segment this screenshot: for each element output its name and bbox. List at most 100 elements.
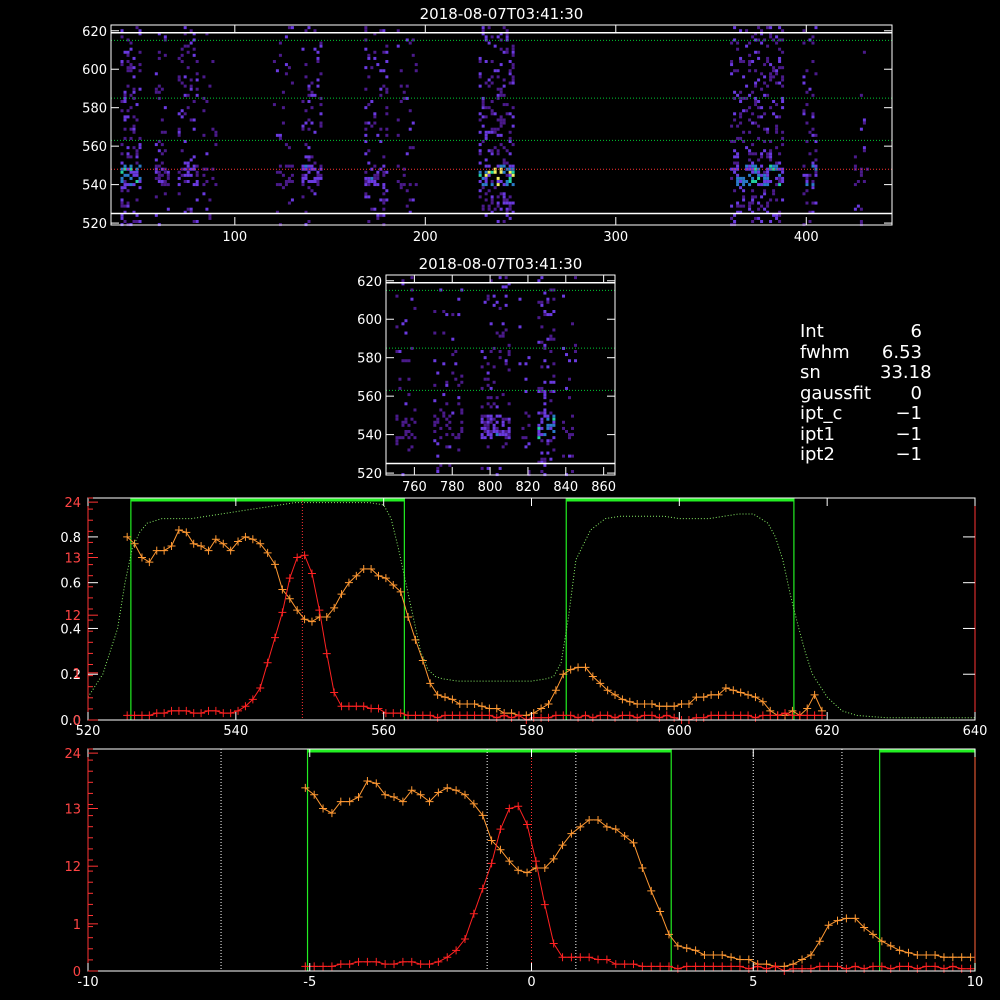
y-tick-label: 520 (357, 467, 382, 482)
y-tick-label-red: 0 (73, 714, 81, 729)
intensity-pixel (499, 133, 503, 137)
intensity-pixel (862, 146, 866, 150)
intensity-pixel (398, 377, 402, 381)
intensity-pixel (766, 176, 770, 180)
intensity-pixel (760, 152, 764, 156)
y-tick-label-red: 13 (64, 552, 81, 567)
intensity-pixel (489, 414, 493, 418)
intensity-pixel (460, 374, 464, 378)
intensity-pixel (367, 149, 371, 153)
intensity-pixel (811, 60, 815, 63)
intensity-pixel (301, 195, 305, 199)
intensity-pixel (364, 47, 368, 51)
x-tick-label: 300 (603, 230, 628, 245)
intensity-pixel (183, 173, 187, 177)
intensity-pixel (307, 170, 311, 174)
intensity-pixel (364, 176, 368, 180)
intensity-pixel (511, 201, 515, 205)
intensity-pixel (769, 152, 773, 156)
intensity-pixel (733, 161, 737, 165)
intensity-pixel (736, 152, 740, 156)
intensity-pixel (766, 170, 770, 174)
intensity-pixel (120, 189, 124, 193)
intensity-pixel (502, 164, 506, 168)
intensity-pixel (505, 173, 509, 177)
intensity-pixel (454, 350, 458, 353)
intensity-pixel (781, 84, 785, 88)
intensity-pixel (454, 362, 458, 366)
intensity-pixel (460, 430, 464, 433)
intensity-pixel (748, 183, 752, 187)
intensity-pixel (123, 173, 127, 177)
intensity-pixel (505, 180, 509, 183)
intensity-pixel (445, 433, 449, 437)
intensity-pixel (859, 127, 863, 131)
intensity-pixel (524, 445, 528, 449)
intensity-pixel (524, 436, 528, 440)
intensity-pixel (730, 72, 734, 76)
intensity-pixel (120, 170, 124, 174)
intensity-pixel (307, 26, 311, 30)
intensity-pixel (493, 127, 497, 131)
intensity-pixel (481, 26, 485, 30)
intensity-pixel (304, 75, 308, 79)
y-tick-label-red: 24 (64, 747, 81, 762)
intensity-pixel (760, 115, 764, 119)
intensity-pixel (379, 87, 383, 91)
intensity-pixel (745, 44, 749, 48)
intensity-pixel (367, 183, 371, 187)
intensity-pixel (736, 204, 740, 208)
intensity-pixel (772, 100, 776, 103)
intensity-pixel (316, 173, 320, 177)
intensity-pixel (129, 63, 133, 67)
intensity-pixel (748, 118, 752, 122)
intensity-pixel (313, 93, 317, 97)
intensity-pixel (484, 136, 488, 140)
intensity-pixel (301, 180, 305, 183)
intensity-pixel (163, 53, 167, 57)
intensity-pixel (407, 448, 411, 452)
intensity-pixel (766, 155, 770, 159)
intensity-pixel (493, 186, 497, 190)
intensity-pixel (480, 386, 484, 390)
intensity-pixel (132, 220, 136, 223)
intensity-pixel (811, 133, 815, 137)
intensity-pixel (511, 170, 515, 174)
intensity-pixel (574, 350, 578, 353)
profile-offset-plot: -10 -5 0 5 1001121324 (64, 747, 983, 990)
intensity-pixel (385, 198, 389, 202)
intensity-pixel (395, 414, 399, 418)
intensity-pixel (135, 155, 139, 159)
intensity-pixel (739, 100, 743, 103)
intensity-pixel (313, 192, 317, 196)
intensity-pixel (739, 112, 743, 116)
intensity-pixel (433, 420, 437, 424)
intensity-pixel (537, 386, 541, 390)
intensity-pixel (373, 164, 377, 168)
intensity-pixel (376, 63, 380, 67)
intensity-pixel (307, 167, 311, 171)
intensity-pixel (504, 359, 508, 363)
intensity-pixel (445, 423, 449, 427)
intensity-pixel (195, 78, 199, 82)
intensity-pixel (129, 93, 133, 97)
intensity-pixel (138, 220, 142, 223)
intensity-pixel (754, 103, 758, 107)
intensity-pixel (511, 44, 515, 48)
intensity-pixel (487, 41, 491, 45)
y-tick-label: 580 (82, 102, 107, 117)
intensity-pixel (486, 445, 490, 449)
intensity-pixel (126, 84, 130, 88)
intensity-pixel (487, 84, 491, 88)
intensity-pixel (284, 183, 288, 187)
intensity-pixel (307, 93, 311, 97)
intensity-pixel (487, 207, 491, 211)
intensity-pixel (319, 103, 323, 107)
intensity-pixel (760, 155, 764, 159)
intensity-pixel (367, 53, 371, 57)
intensity-pixel (132, 66, 136, 70)
x-tick-label: 780 (440, 480, 465, 495)
intensity-pixel (208, 198, 212, 202)
intensity-pixel (157, 84, 161, 88)
intensity-pixel (763, 192, 767, 196)
